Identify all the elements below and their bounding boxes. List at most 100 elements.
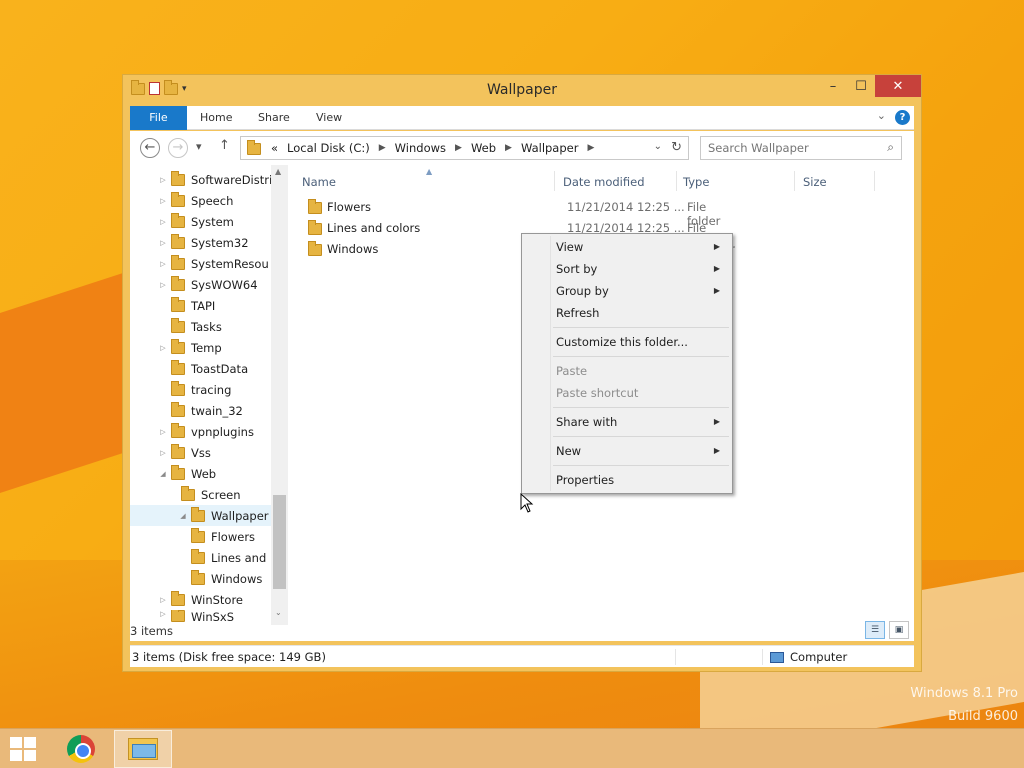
tree-item[interactable]: Screen — [168, 484, 288, 505]
expand-arrow-icon[interactable]: ▷ — [158, 596, 168, 604]
chevron-right-icon[interactable]: ▶ — [455, 141, 462, 156]
tab-file[interactable]: File — [130, 106, 187, 130]
folder-icon — [171, 464, 185, 480]
collapse-arrow-icon[interactable]: ◢ — [178, 512, 188, 520]
menu-item-refresh[interactable]: Refresh — [556, 302, 728, 324]
tree-item[interactable]: ▷ System — [158, 211, 288, 232]
start-button[interactable] — [10, 737, 38, 761]
expand-arrow-icon[interactable]: ▷ — [158, 344, 168, 352]
expand-arrow-icon[interactable]: ▷ — [158, 218, 168, 226]
breadcrumb-wallpaper[interactable]: Wallpaper — [521, 141, 579, 156]
tree-item[interactable]: ▷ SystemResou — [158, 253, 288, 274]
tree-item[interactable]: ▷ SysWOW64 — [158, 274, 288, 295]
column-header-type[interactable]: Type — [683, 175, 709, 189]
chevron-right-icon[interactable]: ▶ — [587, 141, 594, 156]
breadcrumb-web[interactable]: Web — [471, 141, 496, 156]
menu-item-view[interactable]: View ▶ — [556, 236, 728, 258]
breadcrumb-windows[interactable]: Windows — [395, 141, 446, 156]
column-header-date-modified[interactable]: Date modified — [563, 175, 645, 189]
up-button[interactable]: ↑ — [219, 138, 230, 153]
tree-item[interactable]: ▷ Vss — [158, 442, 288, 463]
tree-item[interactable]: twain_32 — [158, 400, 288, 421]
details-view-button[interactable]: ☰ — [865, 621, 885, 639]
taskbar-chrome-button[interactable] — [64, 733, 98, 765]
title-bar[interactable]: ▾ Wallpaper – ☐ ✕ — [123, 75, 921, 105]
tree-item[interactable]: Lines and — [178, 547, 273, 568]
taskbar — [0, 728, 1024, 768]
tab-home[interactable]: Home — [200, 106, 232, 130]
refresh-icon[interactable]: ↻ — [671, 140, 682, 155]
tree-item[interactable]: ToastData — [158, 358, 288, 379]
tree-item[interactable]: Tasks — [158, 316, 288, 337]
recent-locations-chevron-icon[interactable]: ▾ — [196, 140, 202, 153]
navigation-scrollbar[interactable]: ▲ ⌄ — [271, 165, 288, 625]
submenu-arrow-icon: ▶ — [713, 286, 720, 295]
chevron-right-icon[interactable]: ▶ — [379, 141, 386, 156]
forward-button[interactable]: → — [168, 138, 188, 158]
minimize-button[interactable]: – — [819, 75, 847, 97]
tree-item[interactable]: ▷ Speech — [158, 190, 288, 211]
collapse-arrow-icon[interactable]: ◢ — [158, 470, 168, 478]
scroll-down-icon[interactable]: ⌄ — [275, 608, 282, 617]
large-icons-view-button[interactable]: ▣ — [889, 621, 909, 639]
tree-item[interactable]: TAPI — [158, 295, 288, 316]
tree-item[interactable]: tracing — [158, 379, 288, 400]
tree-item[interactable]: ▷ WinSxS — [158, 610, 288, 625]
tree-item[interactable]: ▷ System32 — [158, 232, 288, 253]
column-divider[interactable] — [794, 171, 795, 191]
address-bar[interactable]: « Local Disk (C:) ▶ Windows ▶ Web ▶ Wall… — [240, 136, 689, 160]
navigation-bar: ← → ▾ ↑ « Local Disk (C:) ▶ Windows ▶ We… — [130, 131, 914, 165]
column-header-name[interactable]: Name — [302, 175, 336, 189]
help-icon[interactable]: ? — [895, 110, 910, 125]
expand-arrow-icon[interactable]: ▷ — [158, 610, 168, 618]
breadcrumb-local-disk[interactable]: Local Disk (C:) — [287, 141, 370, 156]
expand-arrow-icon[interactable]: ▷ — [158, 449, 168, 457]
os-edition-watermark: Windows 8.1 Pro — [910, 686, 1018, 701]
column-header-size[interactable]: Size — [803, 175, 827, 189]
expand-arrow-icon[interactable]: ▷ — [158, 176, 168, 184]
tab-share[interactable]: Share — [258, 106, 290, 130]
column-divider[interactable] — [554, 171, 555, 191]
maximize-button[interactable]: ☐ — [847, 75, 875, 97]
tree-item-label: TAPI — [191, 298, 216, 313]
menu-item-customize-folder[interactable]: Customize this folder... — [556, 331, 728, 353]
taskbar-file-explorer-button[interactable] — [114, 730, 172, 768]
tree-item-label: Wallpaper — [211, 508, 269, 523]
tree-item-wallpaper-selected[interactable]: ◢ Wallpaper — [130, 505, 271, 526]
search-input[interactable] — [708, 138, 878, 158]
menu-item-new[interactable]: New ▶ — [556, 440, 728, 462]
tree-item-web[interactable]: ◢ Web — [158, 463, 288, 484]
menu-item-group-by[interactable]: Group by ▶ — [556, 280, 728, 302]
file-row-flowers[interactable]: Flowers 11/21/2014 12:25 ... File folder — [303, 197, 723, 228]
expand-arrow-icon[interactable]: ▷ — [158, 428, 168, 436]
tree-item-label: Speech — [191, 193, 234, 208]
search-icon[interactable]: ⌕ — [887, 140, 894, 155]
menu-item-properties[interactable]: Properties — [556, 469, 728, 491]
expand-ribbon-chevron-icon[interactable]: ⌄ — [877, 109, 886, 122]
back-button[interactable]: ← — [140, 138, 160, 158]
expand-arrow-icon[interactable]: ▷ — [158, 281, 168, 289]
tree-item[interactable]: ▷ vpnplugins — [158, 421, 288, 442]
column-divider[interactable] — [874, 171, 875, 191]
search-box[interactable]: ⌕ — [700, 136, 902, 160]
tree-item[interactable]: ▷ Temp — [158, 337, 288, 358]
folder-icon — [171, 254, 185, 270]
expand-arrow-icon[interactable]: ▷ — [158, 197, 168, 205]
file-date: 11/21/2014 12:25 ... — [567, 200, 685, 214]
expand-arrow-icon[interactable]: ▷ — [158, 239, 168, 247]
tab-view[interactable]: View — [316, 106, 342, 130]
folder-icon — [308, 220, 322, 235]
menu-item-share-with[interactable]: Share with ▶ — [556, 411, 728, 433]
scroll-up-icon[interactable]: ▲ — [275, 167, 281, 176]
tree-item[interactable]: ▷ WinStore — [158, 589, 288, 610]
address-history-chevron-icon[interactable]: ⌄ — [654, 141, 662, 152]
tree-item[interactable]: ▷ SoftwareDistri — [158, 169, 288, 190]
breadcrumb-overflow[interactable]: « — [271, 141, 278, 156]
expand-arrow-icon[interactable]: ▷ — [158, 260, 168, 268]
scrollbar-thumb[interactable] — [273, 495, 286, 589]
chevron-right-icon[interactable]: ▶ — [505, 141, 512, 156]
close-button[interactable]: ✕ — [875, 75, 921, 97]
column-divider[interactable] — [676, 171, 677, 191]
menu-item-sort-by[interactable]: Sort by ▶ — [556, 258, 728, 280]
tree-item[interactable]: Windows — [178, 568, 273, 589]
